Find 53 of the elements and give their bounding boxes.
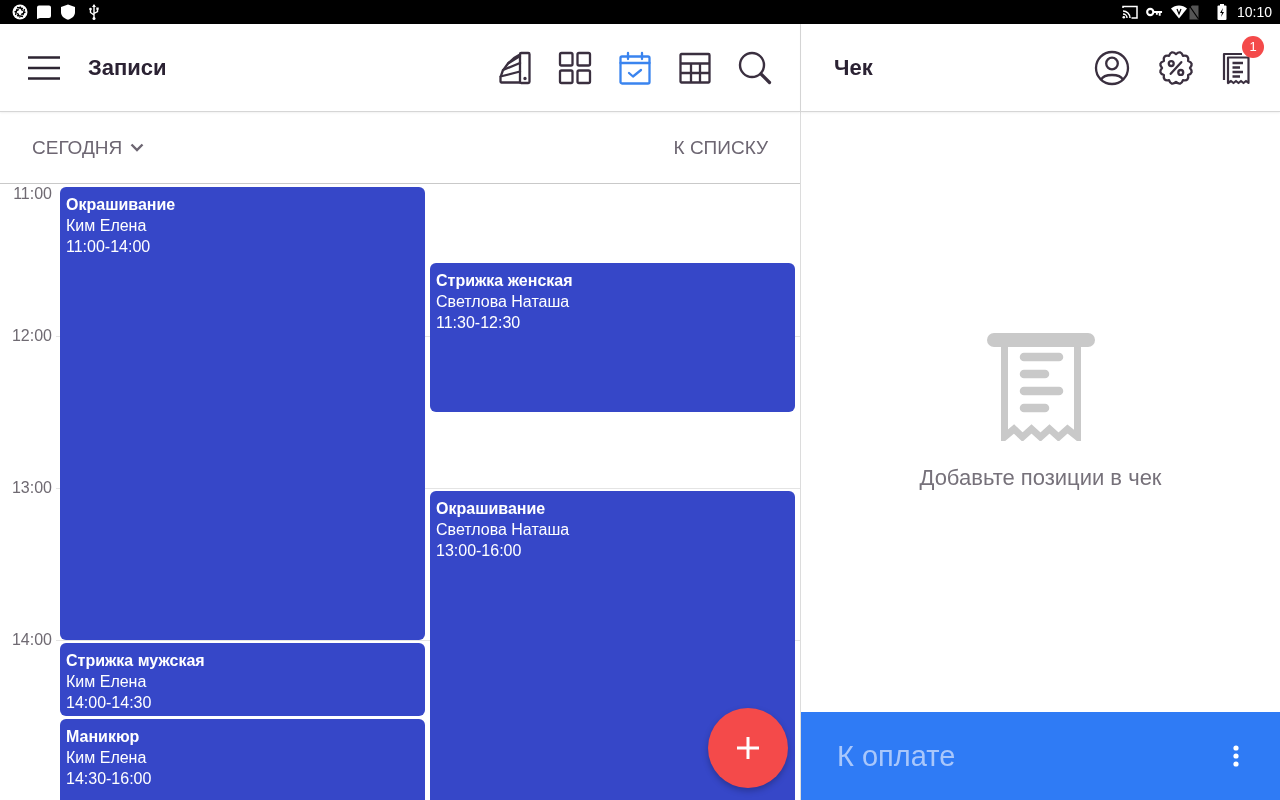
appointment-title: Окрашивание: [436, 499, 546, 519]
usb-icon: [88, 4, 100, 20]
swatch-fan-icon[interactable]: [498, 50, 532, 85]
appointment-title: Окрашивание: [66, 195, 176, 215]
appointment-card[interactable]: Окрашивание Ким Елена 11:00-14:00: [60, 187, 425, 640]
more-options-icon[interactable]: [1233, 745, 1239, 767]
hour-label: 13:00: [10, 478, 52, 498]
list-view-link[interactable]: К СПИСКУ: [673, 136, 768, 159]
appointment-time: 14:30-16:00: [66, 769, 152, 789]
empty-receipt-message: Добавьте позиции в чек: [919, 465, 1162, 491]
table-icon[interactable]: [678, 50, 712, 85]
no-sim-icon: [1188, 4, 1199, 20]
appointment-client: Ким Елена: [66, 748, 147, 768]
grid-icon[interactable]: [558, 50, 592, 85]
hour-label: 11:00: [12, 184, 52, 204]
aperture-icon: [12, 4, 28, 20]
chevron-down-icon: [130, 143, 145, 152]
appointment-title: Маникюр: [66, 727, 140, 747]
date-dropdown[interactable]: СЕГОДНЯ: [32, 136, 145, 159]
receipt-icon[interactable]: [1222, 50, 1252, 85]
battery-icon: [1216, 4, 1227, 20]
wifi-icon: [1170, 4, 1187, 20]
search-icon[interactable]: [738, 50, 772, 85]
receipt-title: Чек: [834, 54, 873, 81]
menu-icon[interactable]: [28, 55, 60, 80]
hour-label: 12:00: [10, 326, 52, 346]
key-icon: [1145, 7, 1163, 17]
appointment-title: Стрижка женская: [436, 271, 573, 291]
empty-receipt-icon: [986, 333, 1095, 441]
appointment-client: Светлова Наташа: [436, 520, 570, 540]
appointment-client: Ким Елена: [66, 672, 147, 692]
appointment-client: Ким Елена: [66, 216, 147, 236]
plus-icon: [736, 736, 760, 760]
discount-icon[interactable]: [1158, 49, 1194, 86]
calendar-check-icon[interactable]: [618, 50, 652, 85]
appointment-time: 11:30-12:30: [436, 313, 521, 333]
appointment-card[interactable]: Окрашивание Светлова Наташа 13:00-16:00: [430, 491, 795, 800]
appointment-client: Светлова Наташа: [436, 292, 570, 312]
receipt-count-badge: 1: [1242, 35, 1264, 58]
cast-icon: [1121, 4, 1138, 20]
appointment-title: Стрижка мужская: [66, 651, 205, 671]
shield-icon: [60, 4, 76, 20]
appointment-time: 13:00-16:00: [436, 541, 522, 561]
message-icon: [36, 4, 52, 20]
clock-time: 10:10: [1236, 4, 1272, 20]
appointment-card[interactable]: Стрижка женская Светлова Наташа 11:30-12:30: [430, 263, 795, 412]
hour-label: 14:00: [10, 630, 52, 650]
appointment-time: 11:00-14:00: [66, 237, 151, 257]
appointment-card[interactable]: Маникюр Ким Елена 14:30-16:00: [60, 719, 425, 800]
screen-title: Записи: [88, 54, 167, 81]
appointment-time: 14:00-14:30: [66, 693, 152, 713]
appointment-card[interactable]: Стрижка мужская Ким Елена 14:00-14:30: [60, 643, 425, 716]
user-circle-icon[interactable]: [1094, 49, 1130, 86]
